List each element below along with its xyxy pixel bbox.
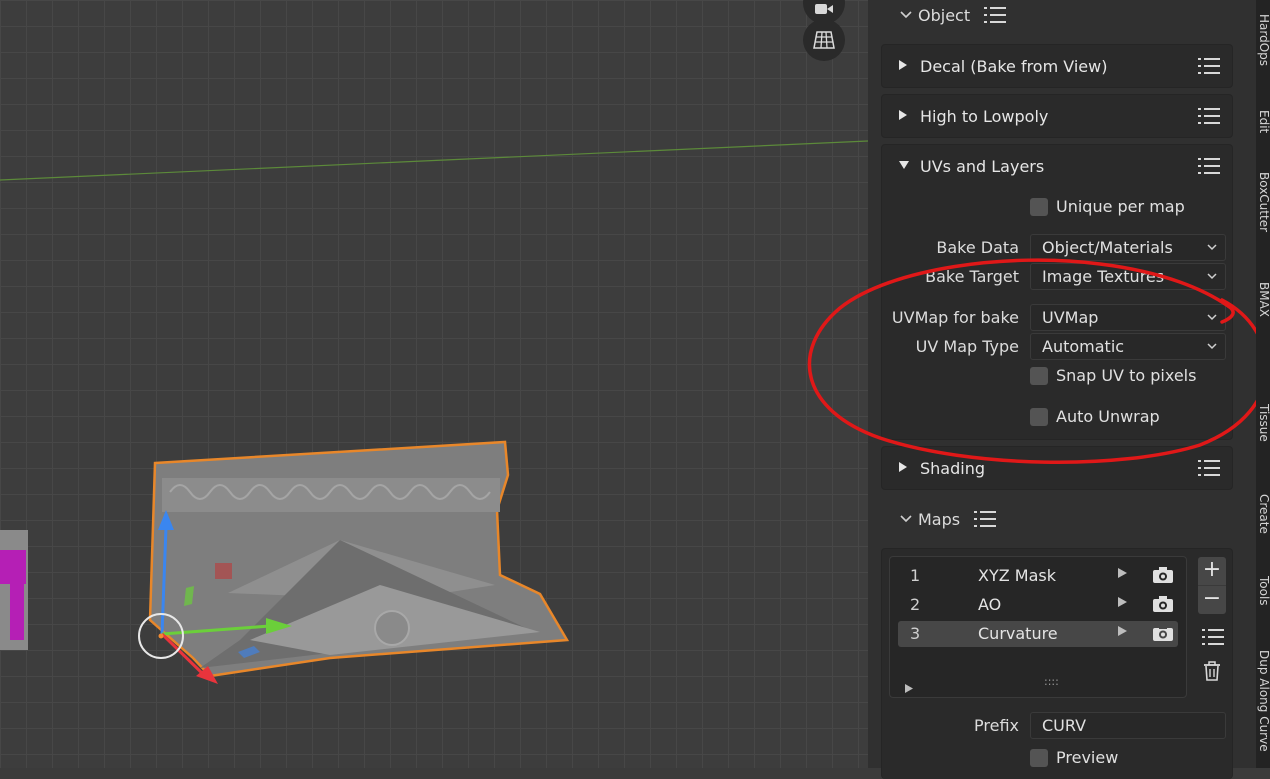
tab-edit[interactable]: Edit xyxy=(1257,110,1270,133)
tab-hardops[interactable]: HardOps xyxy=(1257,14,1270,66)
tab-dup-along-curve[interactable]: Dup Along Curve xyxy=(1257,650,1270,752)
tab-create[interactable]: Create xyxy=(1257,494,1270,534)
sidebar-tab-strip: HardOps Edit BoxCutter BMAX Tissue Creat… xyxy=(1256,0,1270,768)
tab-boxcutter[interactable]: BoxCutter xyxy=(1257,172,1270,232)
tab-tissue[interactable]: Tissue xyxy=(1257,404,1270,442)
tab-bmax[interactable]: BMAX xyxy=(1257,282,1270,317)
tab-tools[interactable]: Tools xyxy=(1257,576,1270,606)
red-annotation-circle xyxy=(807,258,1269,464)
